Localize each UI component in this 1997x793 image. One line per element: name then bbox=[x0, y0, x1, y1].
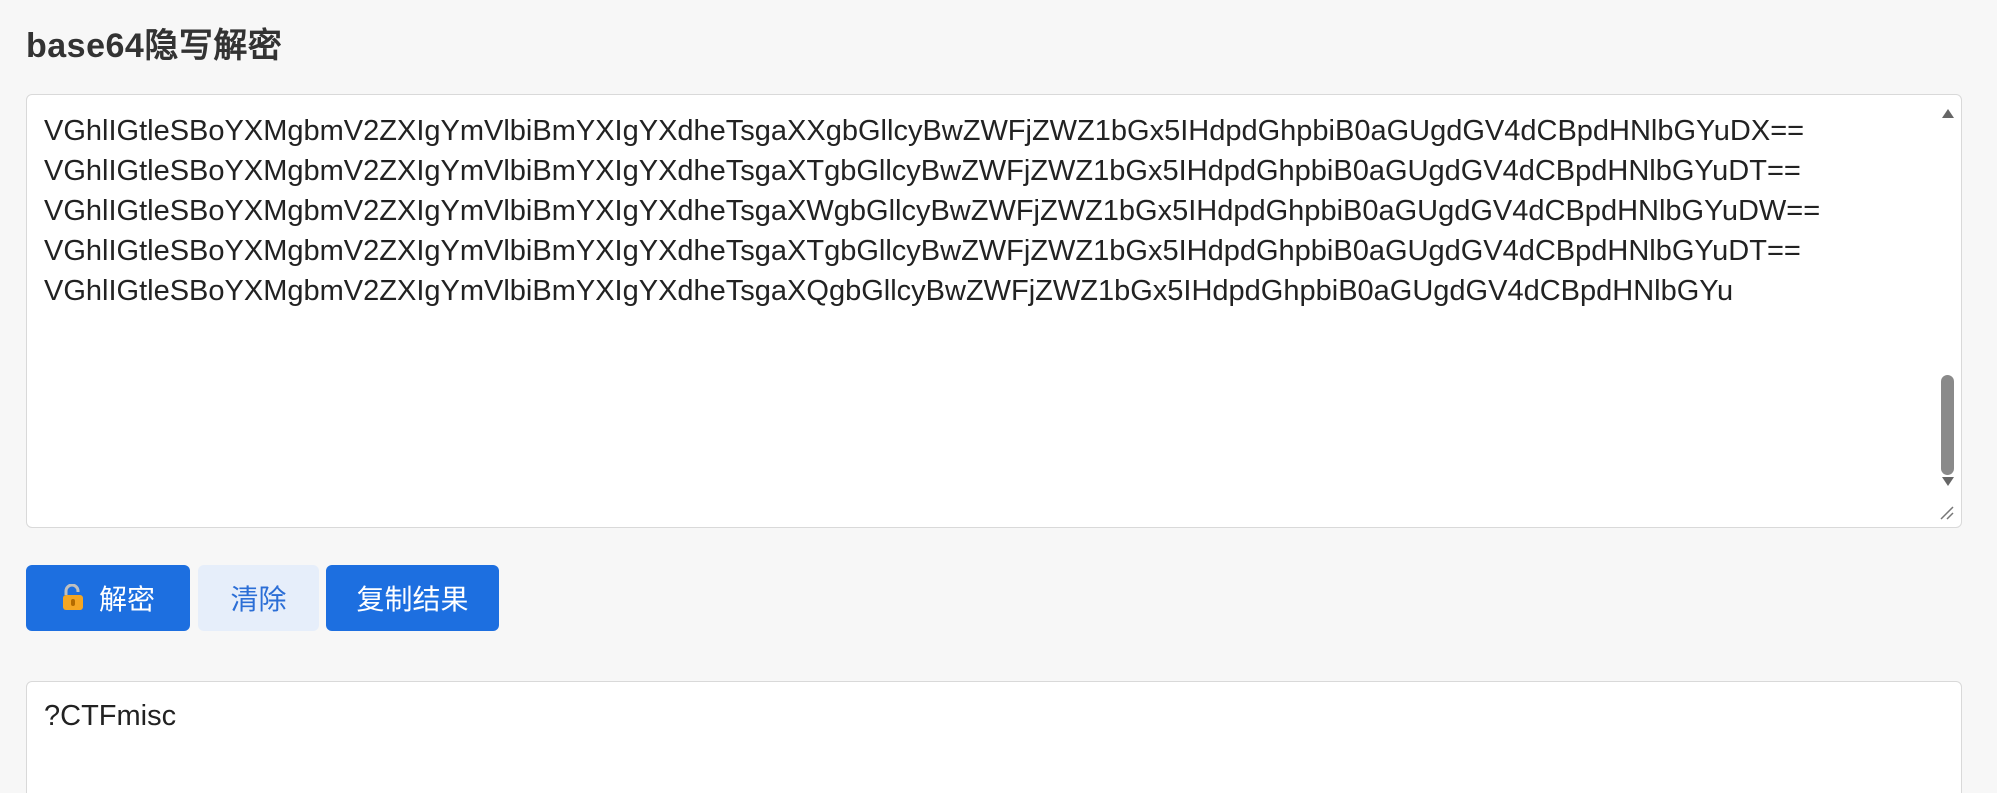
copy-result-button-label: 复制结果 bbox=[356, 584, 469, 615]
cipher-input[interactable]: VGhlIGtleSBoYXMgbmV2ZXIgYmVlbiBmYXIgYXdh… bbox=[26, 94, 1962, 528]
scroll-thumb[interactable] bbox=[1941, 375, 1954, 475]
cipher-input-text[interactable]: VGhlIGtleSBoYXMgbmV2ZXIgYmVlbiBmYXIgYXdh… bbox=[44, 111, 1934, 311]
input-scrollbar[interactable] bbox=[1937, 103, 1957, 497]
resize-handle-icon[interactable] bbox=[1937, 503, 1955, 521]
page-title: base64隐写解密 bbox=[26, 27, 283, 65]
decrypt-button[interactable]: 解密 bbox=[26, 565, 190, 631]
scroll-down-arrow-icon[interactable] bbox=[1942, 477, 1954, 486]
page: base64隐写解密 VGhlIGtleSBoYXMgbmV2ZXIgYmVlb… bbox=[0, 0, 1997, 793]
clear-button-label: 清除 bbox=[230, 584, 287, 615]
copy-result-button[interactable]: 复制结果 bbox=[326, 565, 499, 631]
decrypt-button-label: 解密 bbox=[98, 584, 155, 615]
result-output-text[interactable]: ?CTFmisc bbox=[44, 700, 176, 733]
unlock-icon bbox=[62, 584, 83, 610]
scroll-up-arrow-icon[interactable] bbox=[1942, 109, 1954, 118]
result-output[interactable]: ?CTFmisc bbox=[26, 681, 1962, 793]
clear-button[interactable]: 清除 bbox=[198, 565, 319, 631]
